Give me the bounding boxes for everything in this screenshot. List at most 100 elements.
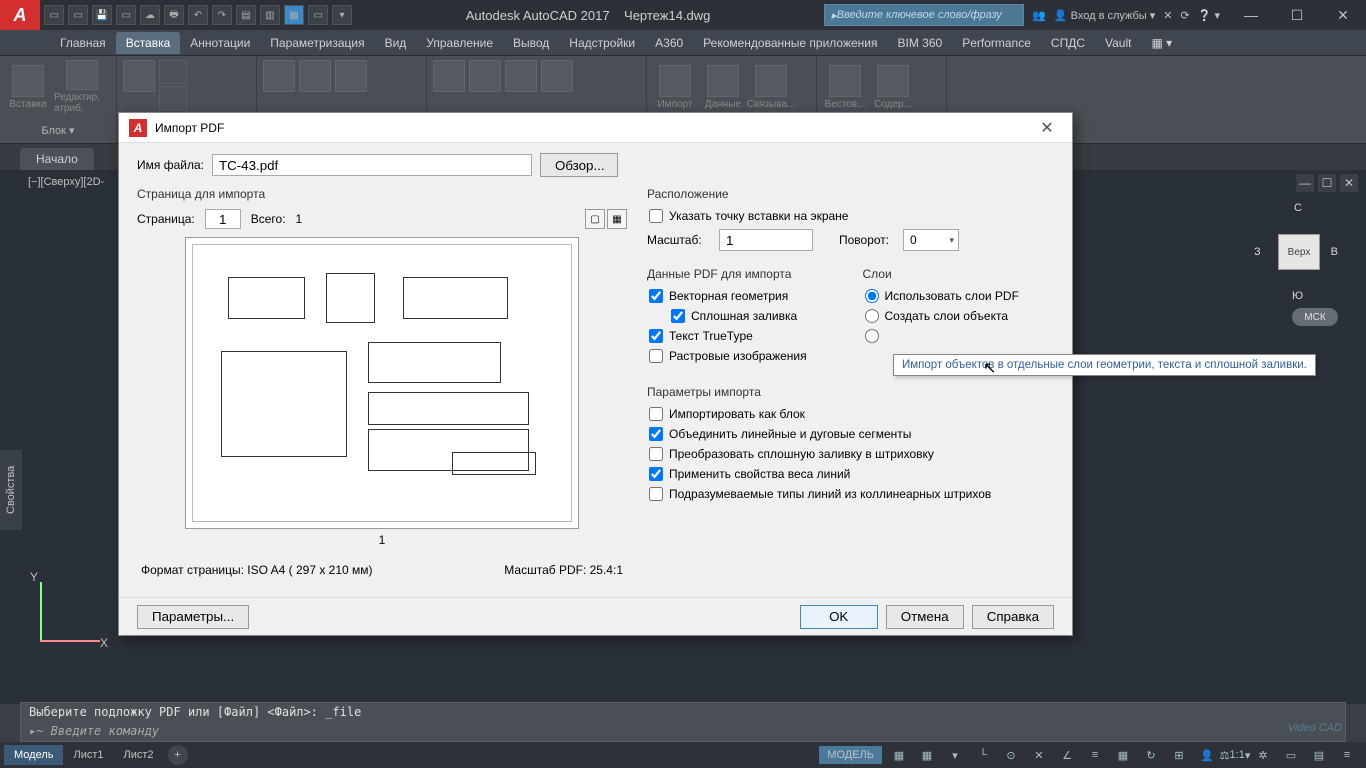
ribbon-icon[interactable]: [469, 60, 501, 92]
link-button[interactable]: Связыва...: [749, 60, 793, 114]
panel-label-block[interactable]: Блок ▾: [6, 121, 110, 139]
single-view-icon[interactable]: ▢: [585, 209, 605, 229]
wcs-button[interactable]: МСК: [1292, 308, 1338, 326]
add-layout-button[interactable]: +: [168, 745, 188, 765]
sb-icon[interactable]: ⊞: [1168, 744, 1190, 766]
menu-parametric[interactable]: Параметризация: [260, 32, 374, 54]
qat-undo-icon[interactable]: ↶: [188, 5, 208, 25]
help-icon[interactable]: ❔ ▾: [1198, 9, 1220, 22]
infocenter-icon[interactable]: 👥: [1032, 9, 1046, 22]
sb-dropdown-icon[interactable]: ▾: [944, 744, 966, 766]
options-button[interactable]: Параметры...: [137, 605, 249, 629]
qat-cloud-icon[interactable]: ☁: [140, 5, 160, 25]
qat-btn[interactable]: ▥: [260, 5, 280, 25]
viewport-label[interactable]: [−][Сверху][2D-: [28, 176, 104, 188]
cycling-icon[interactable]: ↻: [1140, 744, 1162, 766]
third-layers-radio[interactable]: [865, 329, 879, 343]
ribbon-icon[interactable]: [505, 60, 537, 92]
menu-a360[interactable]: A360: [645, 32, 693, 54]
raster-checkbox[interactable]: [649, 349, 663, 363]
ribbon-button[interactable]: Содер...: [871, 60, 915, 114]
truetype-checkbox[interactable]: [649, 329, 663, 343]
maximize-button[interactable]: ☐: [1274, 0, 1320, 30]
model-tab[interactable]: Модель: [4, 745, 63, 765]
snap-icon[interactable]: ▦: [916, 744, 938, 766]
infer-checkbox[interactable]: [649, 487, 663, 501]
viewcube-east[interactable]: В: [1331, 246, 1338, 258]
qat-save-icon[interactable]: 💾: [92, 5, 112, 25]
sb-icon[interactable]: 👤: [1196, 744, 1218, 766]
cmdline-handle-icon[interactable]: [2, 706, 18, 740]
gear-icon[interactable]: ✲: [1252, 744, 1274, 766]
search-box[interactable]: ▸ Введите ключевое слово/фразу: [824, 4, 1024, 26]
app-logo[interactable]: A: [0, 0, 40, 30]
qat-redo-icon[interactable]: ↷: [212, 5, 232, 25]
ribbon-icon[interactable]: [433, 60, 465, 92]
filename-input[interactable]: [212, 154, 532, 176]
menu-annotate[interactable]: Аннотации: [180, 32, 260, 54]
grid-view-icon[interactable]: ▦: [607, 209, 627, 229]
lineweight-checkbox[interactable]: [649, 467, 663, 481]
browse-button[interactable]: Обзор...: [540, 153, 618, 177]
polar-icon[interactable]: ⊙: [1000, 744, 1022, 766]
commandline[interactable]: Выберите подложку PDF или [Файл] <Файл>:…: [20, 702, 1346, 742]
ribbon-button[interactable]: Вестов...: [823, 60, 867, 114]
menu-home[interactable]: Главная: [50, 32, 116, 54]
menu-view[interactable]: Вид: [375, 32, 417, 54]
qat-open-icon[interactable]: ▭: [68, 5, 88, 25]
menu-extra-icon[interactable]: ▦ ▾: [1141, 32, 1182, 54]
annoscale-button[interactable]: ⚖ 1:1 ▾: [1224, 744, 1246, 766]
exchange-icon[interactable]: ✕: [1163, 9, 1172, 22]
qat-dropdown-icon[interactable]: ▾: [332, 5, 352, 25]
create-obj-layers-radio[interactable]: [865, 309, 879, 323]
vector-checkbox[interactable]: [649, 289, 663, 303]
menu-addins[interactable]: Надстройки: [559, 32, 645, 54]
rotation-combo[interactable]: 0: [903, 229, 959, 251]
ribbon-icon[interactable]: [299, 60, 331, 92]
viewcube[interactable]: С Ю В З Верх: [1246, 202, 1346, 302]
transparency-icon[interactable]: ▦: [1112, 744, 1134, 766]
menu-output[interactable]: Вывод: [503, 32, 559, 54]
menu-featured[interactable]: Рекомендованные приложения: [693, 32, 887, 54]
qat-btn[interactable]: ▭: [308, 5, 328, 25]
layout1-tab[interactable]: Лист1: [63, 745, 113, 765]
specify-point-checkbox[interactable]: [649, 209, 663, 223]
layout2-tab[interactable]: Лист2: [114, 745, 164, 765]
signin-button[interactable]: 👤 Вход в службы ▾: [1054, 9, 1155, 22]
grid-icon[interactable]: ▦: [888, 744, 910, 766]
use-pdf-layers-radio[interactable]: [865, 289, 879, 303]
data-button[interactable]: Данные: [701, 60, 745, 114]
viewcube-west[interactable]: З: [1254, 246, 1261, 258]
close-button[interactable]: ✕: [1320, 0, 1366, 30]
viewcube-top[interactable]: Верх: [1278, 234, 1320, 270]
command-input[interactable]: ▸~ Введите команду: [21, 721, 1345, 741]
vp-close-icon[interactable]: ✕: [1340, 174, 1358, 192]
cancel-button[interactable]: Отмена: [886, 605, 964, 629]
start-tab[interactable]: Начало: [20, 148, 94, 170]
ortho-icon[interactable]: └: [972, 744, 994, 766]
asblock-checkbox[interactable]: [649, 407, 663, 421]
ok-button[interactable]: OK: [800, 605, 878, 629]
scale-input[interactable]: [719, 229, 813, 251]
sb-icon[interactable]: ▤: [1308, 744, 1330, 766]
convert-checkbox[interactable]: [649, 447, 663, 461]
ribbon-icon[interactable]: [263, 60, 295, 92]
ribbon-icon[interactable]: [159, 86, 187, 110]
ribbon-icon[interactable]: [541, 60, 573, 92]
properties-tab[interactable]: Свойства: [0, 450, 22, 530]
qat-btn-active[interactable]: ▦: [284, 5, 304, 25]
help-button[interactable]: Справка: [972, 605, 1054, 629]
menu-vault[interactable]: Vault: [1095, 32, 1141, 54]
otrack-icon[interactable]: ∠: [1056, 744, 1078, 766]
ribbon-icon[interactable]: [123, 60, 155, 92]
qat-saveas-icon[interactable]: ▭: [116, 5, 136, 25]
menu-insert[interactable]: Вставка: [116, 32, 181, 54]
ribbon-icon[interactable]: [159, 60, 187, 84]
qat-print-icon[interactable]: 🖶: [164, 5, 184, 25]
qat-new-icon[interactable]: ▭: [44, 5, 64, 25]
menu-manage[interactable]: Управление: [416, 32, 503, 54]
join-checkbox[interactable]: [649, 427, 663, 441]
a360-icon[interactable]: ⟳: [1181, 9, 1190, 22]
sb-icon[interactable]: ▭: [1280, 744, 1302, 766]
vp-minimize-icon[interactable]: —: [1296, 174, 1314, 192]
